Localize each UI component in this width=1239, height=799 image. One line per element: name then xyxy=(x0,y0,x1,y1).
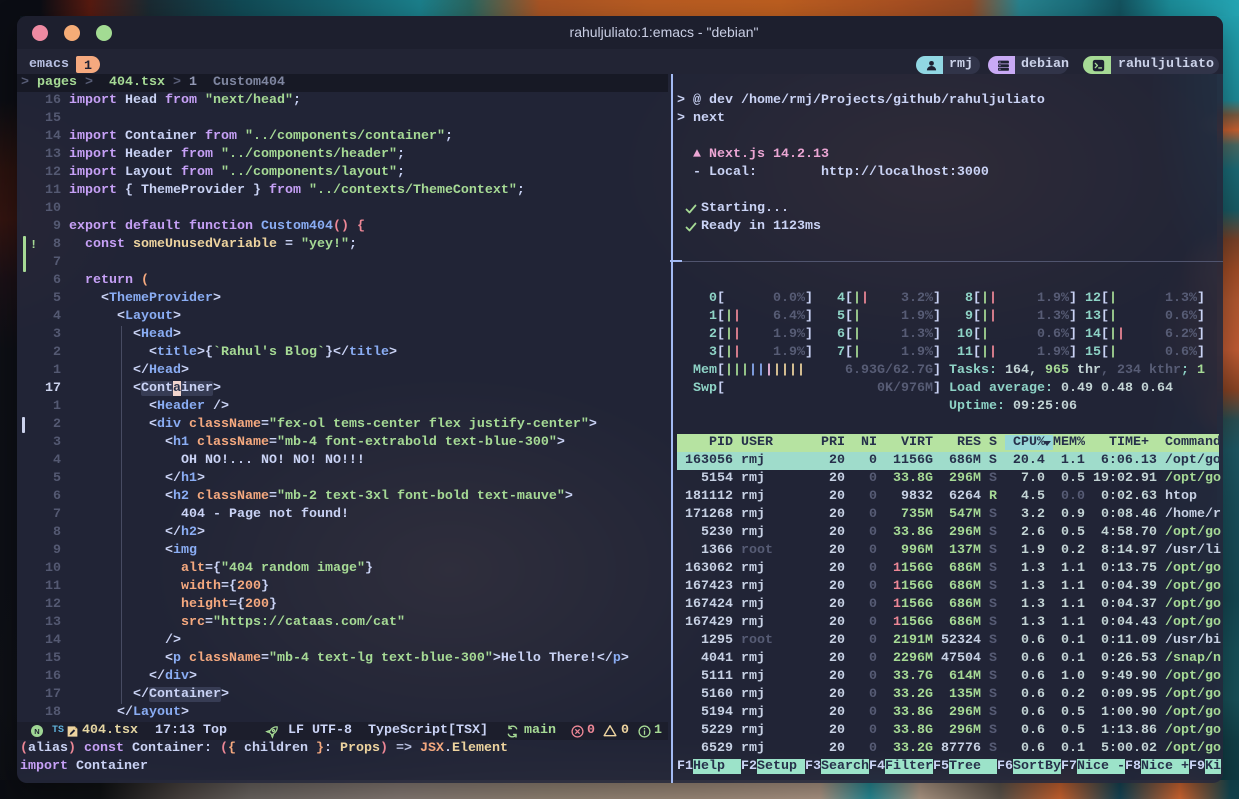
svg-text:N: N xyxy=(34,727,39,736)
